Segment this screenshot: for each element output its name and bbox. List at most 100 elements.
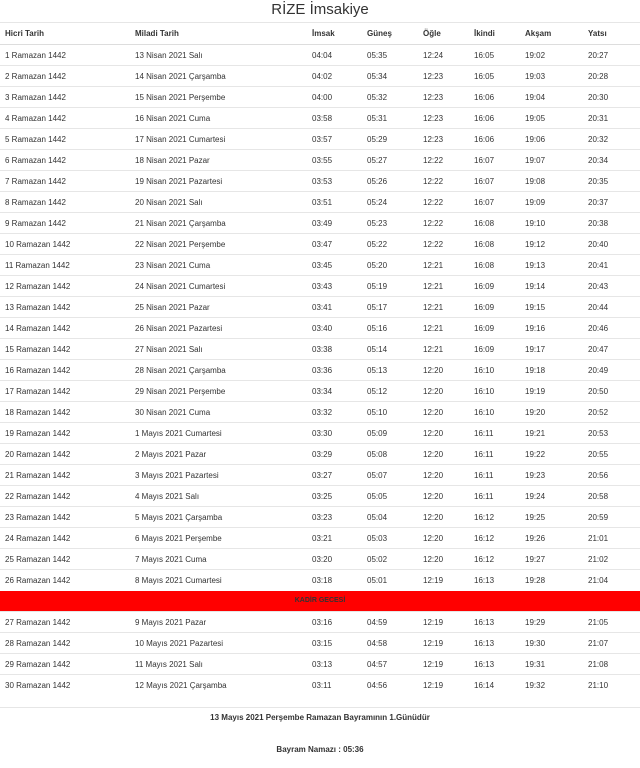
- ogle-cell: 12:19: [418, 653, 469, 675]
- yatsi-cell: 20:41: [583, 254, 640, 276]
- footer: 13 Mayıs 2021 Perşembe Ramazan Bayramını…: [0, 706, 640, 760]
- bayram-info: 13 Mayıs 2021 Perşembe Ramazan Bayramını…: [210, 712, 430, 722]
- imsakiye-table: Hicri Tarih Miladi Tarih İmsak Güneş Öğl…: [0, 22, 640, 696]
- gunes-cell: 05:16: [362, 317, 418, 339]
- imsak-cell: 03:18: [307, 569, 362, 591]
- gunes-cell: 05:32: [362, 86, 418, 108]
- ogle-cell: 12:20: [418, 380, 469, 402]
- imsak-cell: 03:20: [307, 548, 362, 570]
- ikindi-cell: 16:07: [469, 149, 520, 171]
- yatsi-cell: 21:08: [583, 653, 640, 675]
- aksam-cell: 19:17: [520, 338, 583, 360]
- hicri-cell: 17 Ramazan 1442: [0, 380, 130, 402]
- yatsi-cell: 21:05: [583, 611, 640, 633]
- table-row: 26 Ramazan 1442 8 Mayıs 2021 Cumartesi 03:…: [0, 569, 640, 591]
- gunes-cell: 05:14: [362, 338, 418, 360]
- table-row: 8 Ramazan 1442 20 Nisan 2021 Salı 03:51 05:…: [0, 191, 640, 213]
- miladi-cell: 18 Nisan 2021 Pazar: [130, 149, 307, 171]
- gunes-cell: 04:57: [362, 653, 418, 675]
- table-row: 4 Ramazan 1442 16 Nisan 2021 Cuma 03:58 05:…: [0, 107, 640, 129]
- miladi-cell: 10 Mayıs 2021 Pazartesi: [130, 632, 307, 654]
- table-row: 12 Ramazan 1442 24 Nisan 2021 Cumartesi 03…: [0, 275, 640, 297]
- gunes-cell: 05:01: [362, 569, 418, 591]
- hicri-cell: 27 Ramazan 1442: [0, 611, 130, 633]
- imsak-cell: 03:38: [307, 338, 362, 360]
- column-header-yatsi: Yatsı: [583, 22, 640, 45]
- aksam-cell: 19:13: [520, 254, 583, 276]
- aksam-cell: 19:28: [520, 569, 583, 591]
- aksam-cell: 19:06: [520, 128, 583, 150]
- aksam-cell: 19:09: [520, 191, 583, 213]
- imsak-cell: 03:45: [307, 254, 362, 276]
- imsak-cell: 03:51: [307, 191, 362, 213]
- hicri-cell: 12 Ramazan 1442: [0, 275, 130, 297]
- yatsi-cell: 20:28: [583, 65, 640, 87]
- miladi-cell: 25 Nisan 2021 Pazar: [130, 296, 307, 318]
- yatsi-cell: 20:46: [583, 317, 640, 339]
- miladi-cell: 11 Mayıs 2021 Salı: [130, 653, 307, 675]
- ogle-cell: 12:20: [418, 548, 469, 570]
- hicri-cell: 3 Ramazan 1442: [0, 86, 130, 108]
- ikindi-cell: 16:12: [469, 548, 520, 570]
- miladi-cell: 28 Nisan 2021 Çarşamba: [130, 359, 307, 381]
- hicri-cell: 18 Ramazan 1442: [0, 401, 130, 423]
- aksam-cell: 19:19: [520, 380, 583, 402]
- imsak-cell: 03:32: [307, 401, 362, 423]
- ogle-cell: 12:19: [418, 611, 469, 633]
- hicri-cell: 23 Ramazan 1442: [0, 506, 130, 528]
- gunes-cell: 05:31: [362, 107, 418, 129]
- ikindi-cell: 16:11: [469, 464, 520, 486]
- yatsi-cell: 20:32: [583, 128, 640, 150]
- ogle-cell: 12:23: [418, 65, 469, 87]
- hicri-cell: 16 Ramazan 1442: [0, 359, 130, 381]
- special-section: KADİR GECESİ: [0, 590, 640, 612]
- imsak-cell: 03:47: [307, 233, 362, 255]
- gunes-cell: 05:03: [362, 527, 418, 549]
- ikindi-cell: 16:07: [469, 170, 520, 192]
- aksam-cell: 19:21: [520, 422, 583, 444]
- ikindi-cell: 16:13: [469, 611, 520, 633]
- hicri-cell: 28 Ramazan 1442: [0, 632, 130, 654]
- ogle-cell: 12:22: [418, 191, 469, 213]
- gunes-cell: 05:26: [362, 170, 418, 192]
- table-row: 28 Ramazan 1442 10 Mayıs 2021 Pazartesi 03…: [0, 632, 640, 654]
- table-row: 23 Ramazan 1442 5 Mayıs 2021 Çarşamba 03:2…: [0, 506, 640, 528]
- yatsi-cell: 20:30: [583, 86, 640, 108]
- ikindi-cell: 16:09: [469, 275, 520, 297]
- miladi-cell: 7 Mayıs 2021 Cuma: [130, 548, 307, 570]
- imsak-cell: 03:58: [307, 107, 362, 129]
- ikindi-cell: 16:11: [469, 443, 520, 465]
- yatsi-cell: 21:07: [583, 632, 640, 654]
- column-header-ikindi: İkindi: [469, 22, 520, 45]
- miladi-cell: 24 Nisan 2021 Cumartesi: [130, 275, 307, 297]
- miladi-cell: 26 Nisan 2021 Pazartesi: [130, 317, 307, 339]
- ikindi-cell: 16:10: [469, 401, 520, 423]
- aksam-cell: 19:32: [520, 674, 583, 696]
- gunes-cell: 05:27: [362, 149, 418, 171]
- yatsi-cell: 20:40: [583, 233, 640, 255]
- miladi-cell: 14 Nisan 2021 Çarşamba: [130, 65, 307, 87]
- yatsi-cell: 20:59: [583, 506, 640, 528]
- gunes-cell: 05:13: [362, 359, 418, 381]
- miladi-cell: 22 Nisan 2021 Perşembe: [130, 233, 307, 255]
- ogle-cell: 12:21: [418, 296, 469, 318]
- yatsi-cell: 20:31: [583, 107, 640, 129]
- yatsi-cell: 20:34: [583, 149, 640, 171]
- imsak-cell: 04:02: [307, 65, 362, 87]
- imsak-cell: 03:23: [307, 506, 362, 528]
- table-row: 27 Ramazan 1442 9 Mayıs 2021 Pazar 03:16 04…: [0, 611, 640, 633]
- gunes-cell: 04:58: [362, 632, 418, 654]
- ogle-cell: 12:19: [418, 674, 469, 696]
- ogle-cell: 12:20: [418, 506, 469, 528]
- gunes-cell: 04:59: [362, 611, 418, 633]
- miladi-cell: 9 Mayıs 2021 Pazar: [130, 611, 307, 633]
- ogle-cell: 12:21: [418, 338, 469, 360]
- ogle-cell: 12:20: [418, 464, 469, 486]
- column-header-ogle: Öğle: [418, 22, 469, 45]
- ogle-cell: 12:23: [418, 107, 469, 129]
- table-row: 5 Ramazan 1442 17 Nisan 2021 Cumartesi 03:…: [0, 128, 640, 150]
- ogle-cell: 12:23: [418, 128, 469, 150]
- imsak-cell: 03:29: [307, 443, 362, 465]
- yatsi-cell: 20:55: [583, 443, 640, 465]
- yatsi-cell: 20:53: [583, 422, 640, 444]
